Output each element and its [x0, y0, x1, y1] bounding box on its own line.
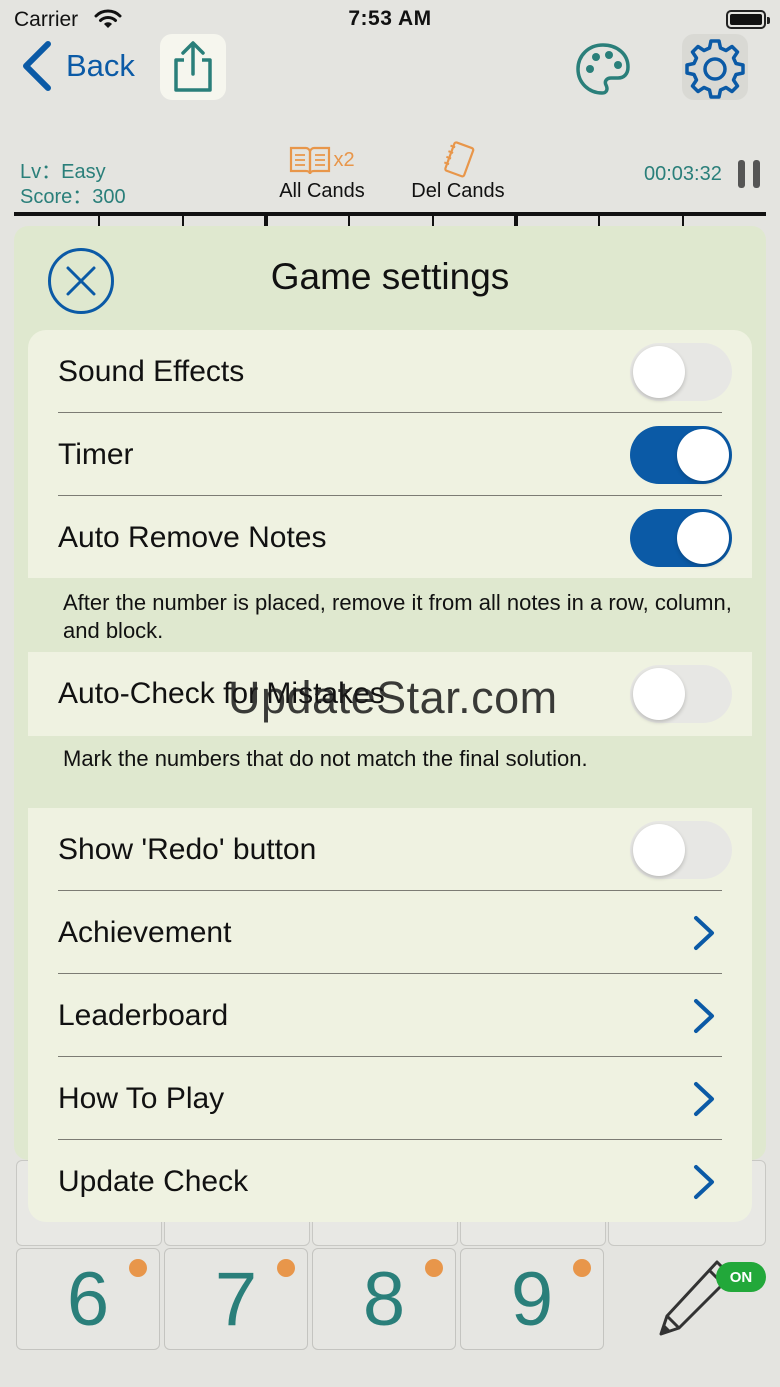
number-key-6[interactable]: 6 — [16, 1248, 160, 1350]
number-key-label: 9 — [510, 1256, 554, 1342]
setting-row-auto-remove-notes[interactable]: Auto Remove Notes — [28, 496, 752, 579]
count-dot — [277, 1259, 295, 1277]
clock: 7:53 AM — [348, 7, 432, 30]
all-cands-label: All Cands — [279, 180, 365, 202]
chevron-right-icon — [694, 1081, 714, 1116]
setting-row-update-check[interactable]: Update Check — [28, 1140, 752, 1223]
setting-row-show-redo[interactable]: Show 'Redo' button — [28, 808, 752, 891]
settings-group-more: Show 'Redo' button Achievement Leaderboa… — [28, 808, 752, 1222]
del-cands-button[interactable]: Del Cands — [404, 140, 512, 203]
back-button[interactable]: Back — [18, 38, 135, 94]
share-icon — [174, 41, 212, 92]
settings-group-general: Sound Effects Timer Auto Remove Notes — [28, 330, 752, 578]
theme-palette-button[interactable] — [572, 38, 634, 100]
score-label: Score：300 — [20, 186, 126, 208]
settings-button[interactable] — [682, 34, 748, 100]
pause-icon-bar — [738, 160, 745, 188]
watermark: UpdateStar.com — [228, 672, 558, 723]
show-redo-toggle[interactable] — [630, 820, 732, 879]
game-timer: 00:03:32 — [644, 163, 722, 185]
sound-effects-toggle[interactable] — [630, 342, 732, 401]
del-cands-label: Del Cands — [411, 180, 505, 202]
setting-row-timer[interactable]: Timer — [28, 413, 752, 496]
setting-label: How To Play — [58, 1081, 225, 1115]
setting-row-how-to-play[interactable]: How To Play — [28, 1057, 752, 1140]
setting-row-sound-effects[interactable]: Sound Effects — [28, 330, 752, 413]
number-key-7[interactable]: 7 — [164, 1248, 308, 1350]
all-cands-multiplier: x2 — [333, 148, 355, 171]
modal-title: Game settings — [270, 256, 510, 297]
share-button[interactable] — [160, 34, 226, 100]
setting-label: Auto Remove Notes — [58, 520, 327, 554]
count-dot — [129, 1259, 147, 1277]
timer-toggle[interactable] — [630, 425, 732, 484]
setting-label: Leaderboard — [58, 998, 229, 1032]
chevron-right-icon — [694, 1164, 714, 1199]
setting-label: Sound Effects — [58, 354, 245, 388]
chevron-right-icon — [694, 998, 714, 1033]
status-bar: Carrier 7:53 AM — [0, 0, 780, 40]
auto-check-toggle[interactable] — [630, 664, 732, 723]
count-dot — [425, 1259, 443, 1277]
setting-row-leaderboard[interactable]: Leaderboard — [28, 974, 752, 1057]
count-dot — [573, 1259, 591, 1277]
number-key-9[interactable]: 9 — [460, 1248, 604, 1350]
open-book-icon — [290, 146, 331, 175]
chevron-right-icon — [694, 915, 714, 950]
back-label: Back — [66, 48, 135, 83]
auto-remove-notes-description: After the number is placed, remove it fr… — [63, 590, 732, 643]
setting-row-achievement[interactable]: Achievement — [28, 891, 752, 974]
auto-check-description: Mark the numbers that do not match the f… — [63, 746, 588, 771]
sudoku-board-edge — [14, 212, 766, 216]
number-key-8[interactable]: 8 — [312, 1248, 456, 1350]
all-cands-button[interactable]: x2 All Cands — [272, 140, 372, 203]
setting-label: Achievement — [58, 915, 232, 949]
pause-icon-bar — [753, 160, 760, 188]
number-key-label: 8 — [362, 1256, 406, 1342]
setting-label: Update Check — [58, 1164, 249, 1198]
number-key-label: 7 — [214, 1256, 258, 1342]
number-key-label: 6 — [66, 1256, 110, 1342]
chevron-left-icon — [23, 41, 51, 91]
notebook-icon — [443, 141, 475, 178]
setting-label: Timer — [58, 437, 134, 471]
setting-label: Show 'Redo' button — [58, 832, 317, 866]
pencil-on-badge: ON — [716, 1262, 766, 1292]
pause-button[interactable] — [738, 160, 760, 188]
gear-icon — [685, 39, 745, 99]
palette-icon — [576, 43, 630, 95]
battery-icon — [726, 10, 770, 29]
auto-remove-notes-toggle[interactable] — [630, 508, 732, 567]
